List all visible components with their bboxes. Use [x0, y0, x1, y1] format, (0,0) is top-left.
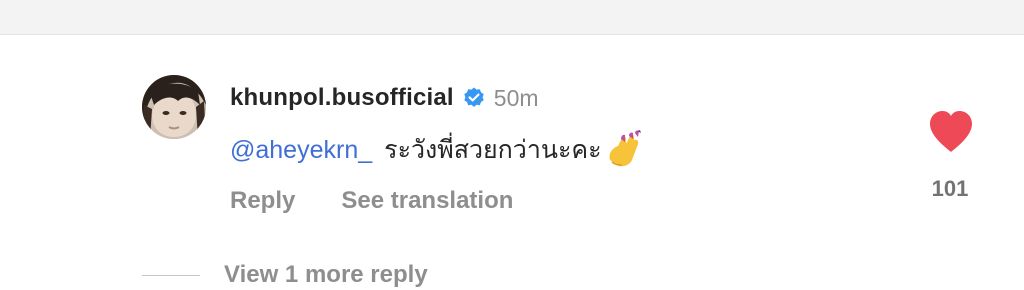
nail-polish-icon: [604, 130, 644, 170]
comment-actions: Reply See translation: [230, 184, 513, 218]
comment-text: ระวังพี่สวยกว่านะคะ: [384, 136, 602, 164]
avatar[interactable]: [142, 75, 206, 139]
comment-header: khunpol.busofficial 50m: [230, 82, 539, 114]
reply-button[interactable]: Reply: [230, 187, 295, 215]
view-replies[interactable]: View 1 more reply: [142, 260, 428, 290]
view-more-replies-button[interactable]: View 1 more reply: [224, 261, 428, 289]
verified-badge-icon: [462, 86, 486, 110]
see-translation-button[interactable]: See translation: [341, 187, 513, 215]
comment: khunpol.busofficial 50m @aheyekrn_ ระวัง…: [0, 0, 1024, 288]
like-button[interactable]: [928, 110, 974, 154]
mention-link[interactable]: @aheyekrn_: [230, 136, 372, 165]
username[interactable]: khunpol.busofficial: [230, 84, 454, 112]
comment-body: @aheyekrn_ ระวังพี่สวยกว่านะคะ: [230, 130, 644, 170]
replies-divider-line: [142, 274, 200, 276]
timestamp: 50m: [493, 84, 539, 111]
heart-icon: [928, 111, 974, 158]
like-count: 101: [931, 176, 969, 201]
